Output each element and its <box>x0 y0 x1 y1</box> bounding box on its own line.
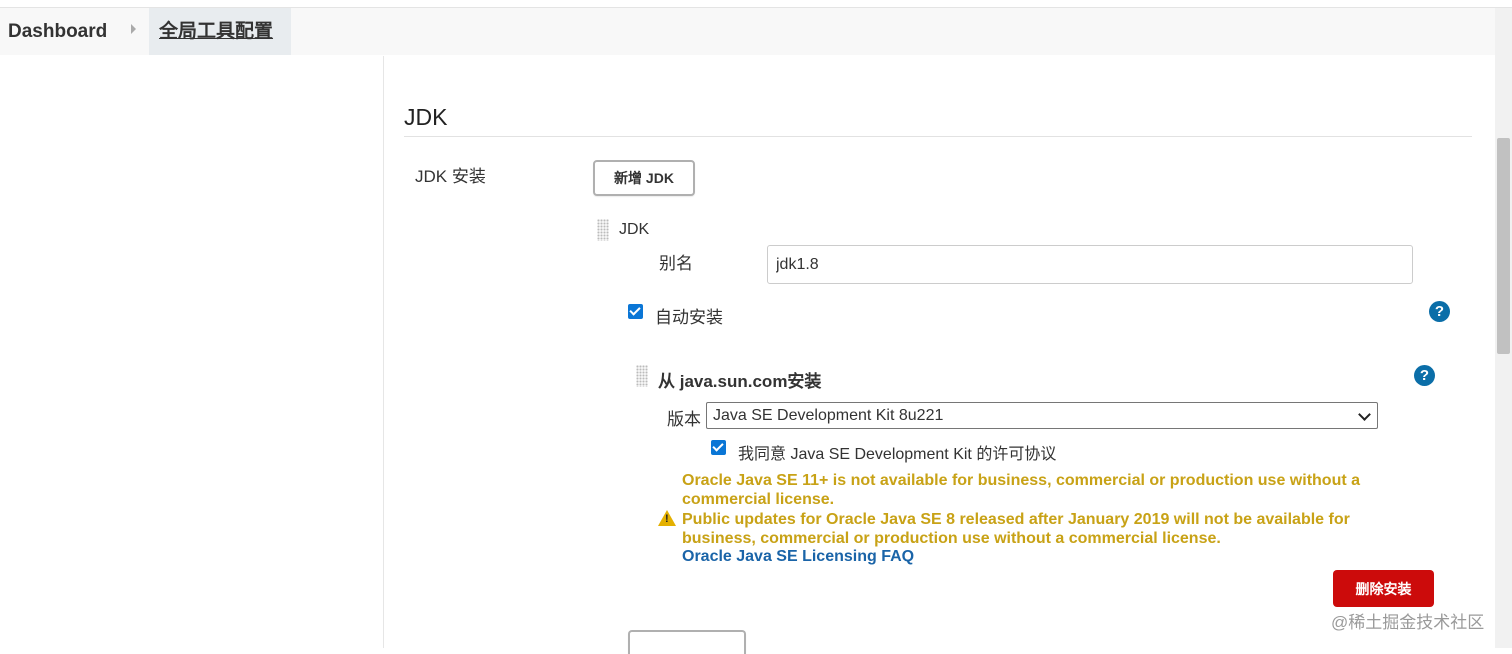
delete-install-button[interactable]: 删除安装 <box>1333 570 1434 607</box>
scrollbar-thumb[interactable] <box>1497 138 1510 354</box>
breadcrumb-separator-icon <box>131 24 136 34</box>
license-agree-label: 我同意 Java SE Development Kit 的许可协议 <box>738 446 1057 463</box>
alias-label: 别名 <box>659 254 693 273</box>
breadcrumb-current-page[interactable]: 全局工具配置 <box>149 8 292 55</box>
watermark: @稀土掘金技术社区 <box>1331 613 1485 632</box>
warning-icon-glyph: ! <box>665 513 669 525</box>
license-agree-checkbox[interactable] <box>711 440 726 455</box>
version-select-value: Java SE Development Kit 8u221 <box>713 407 944 424</box>
auto-install-label: 自动安装 <box>655 308 723 327</box>
sidebar-divider <box>383 56 384 648</box>
installer-drag-handle-icon[interactable] <box>636 365 648 387</box>
add-jdk-button[interactable]: 新增 JDK <box>593 160 695 196</box>
version-select[interactable]: Java SE Development Kit 8u221 <box>706 402 1378 429</box>
warning-line-3: Public updates for Oracle Java SE 8 rele… <box>682 511 1350 528</box>
window-top-border <box>0 0 1512 8</box>
section-divider <box>404 136 1472 137</box>
breadcrumb-dashboard-link[interactable]: Dashboard <box>8 21 107 43</box>
installer-title: 从 java.sun.com安装 <box>658 372 822 391</box>
alias-input[interactable] <box>767 245 1413 284</box>
jdk-entry-header: JDK <box>619 221 650 238</box>
licensing-faq-link[interactable]: Oracle Java SE Licensing FAQ <box>682 548 914 566</box>
warning-line-1: Oracle Java SE 11+ is not available for … <box>682 472 1361 489</box>
warning-line-4: business, commercial or production use w… <box>682 530 1221 547</box>
drag-handle-icon[interactable] <box>597 219 609 241</box>
auto-install-checkbox[interactable] <box>628 304 643 319</box>
warning-line-2: commercial license. <box>682 491 835 508</box>
section-title: JDK <box>404 104 448 130</box>
jdk-install-label: JDK 安装 <box>415 167 486 186</box>
installer-help-icon[interactable]: ? <box>1414 365 1435 386</box>
breadcrumb: Dashboard 全局工具配置 <box>0 8 1512 55</box>
auto-install-help-icon[interactable]: ? <box>1429 301 1450 322</box>
chevron-down-icon <box>1358 408 1371 421</box>
add-installer-button[interactable] <box>628 630 746 654</box>
warning-icon: ! <box>658 510 676 526</box>
version-label: 版本 <box>667 410 701 429</box>
